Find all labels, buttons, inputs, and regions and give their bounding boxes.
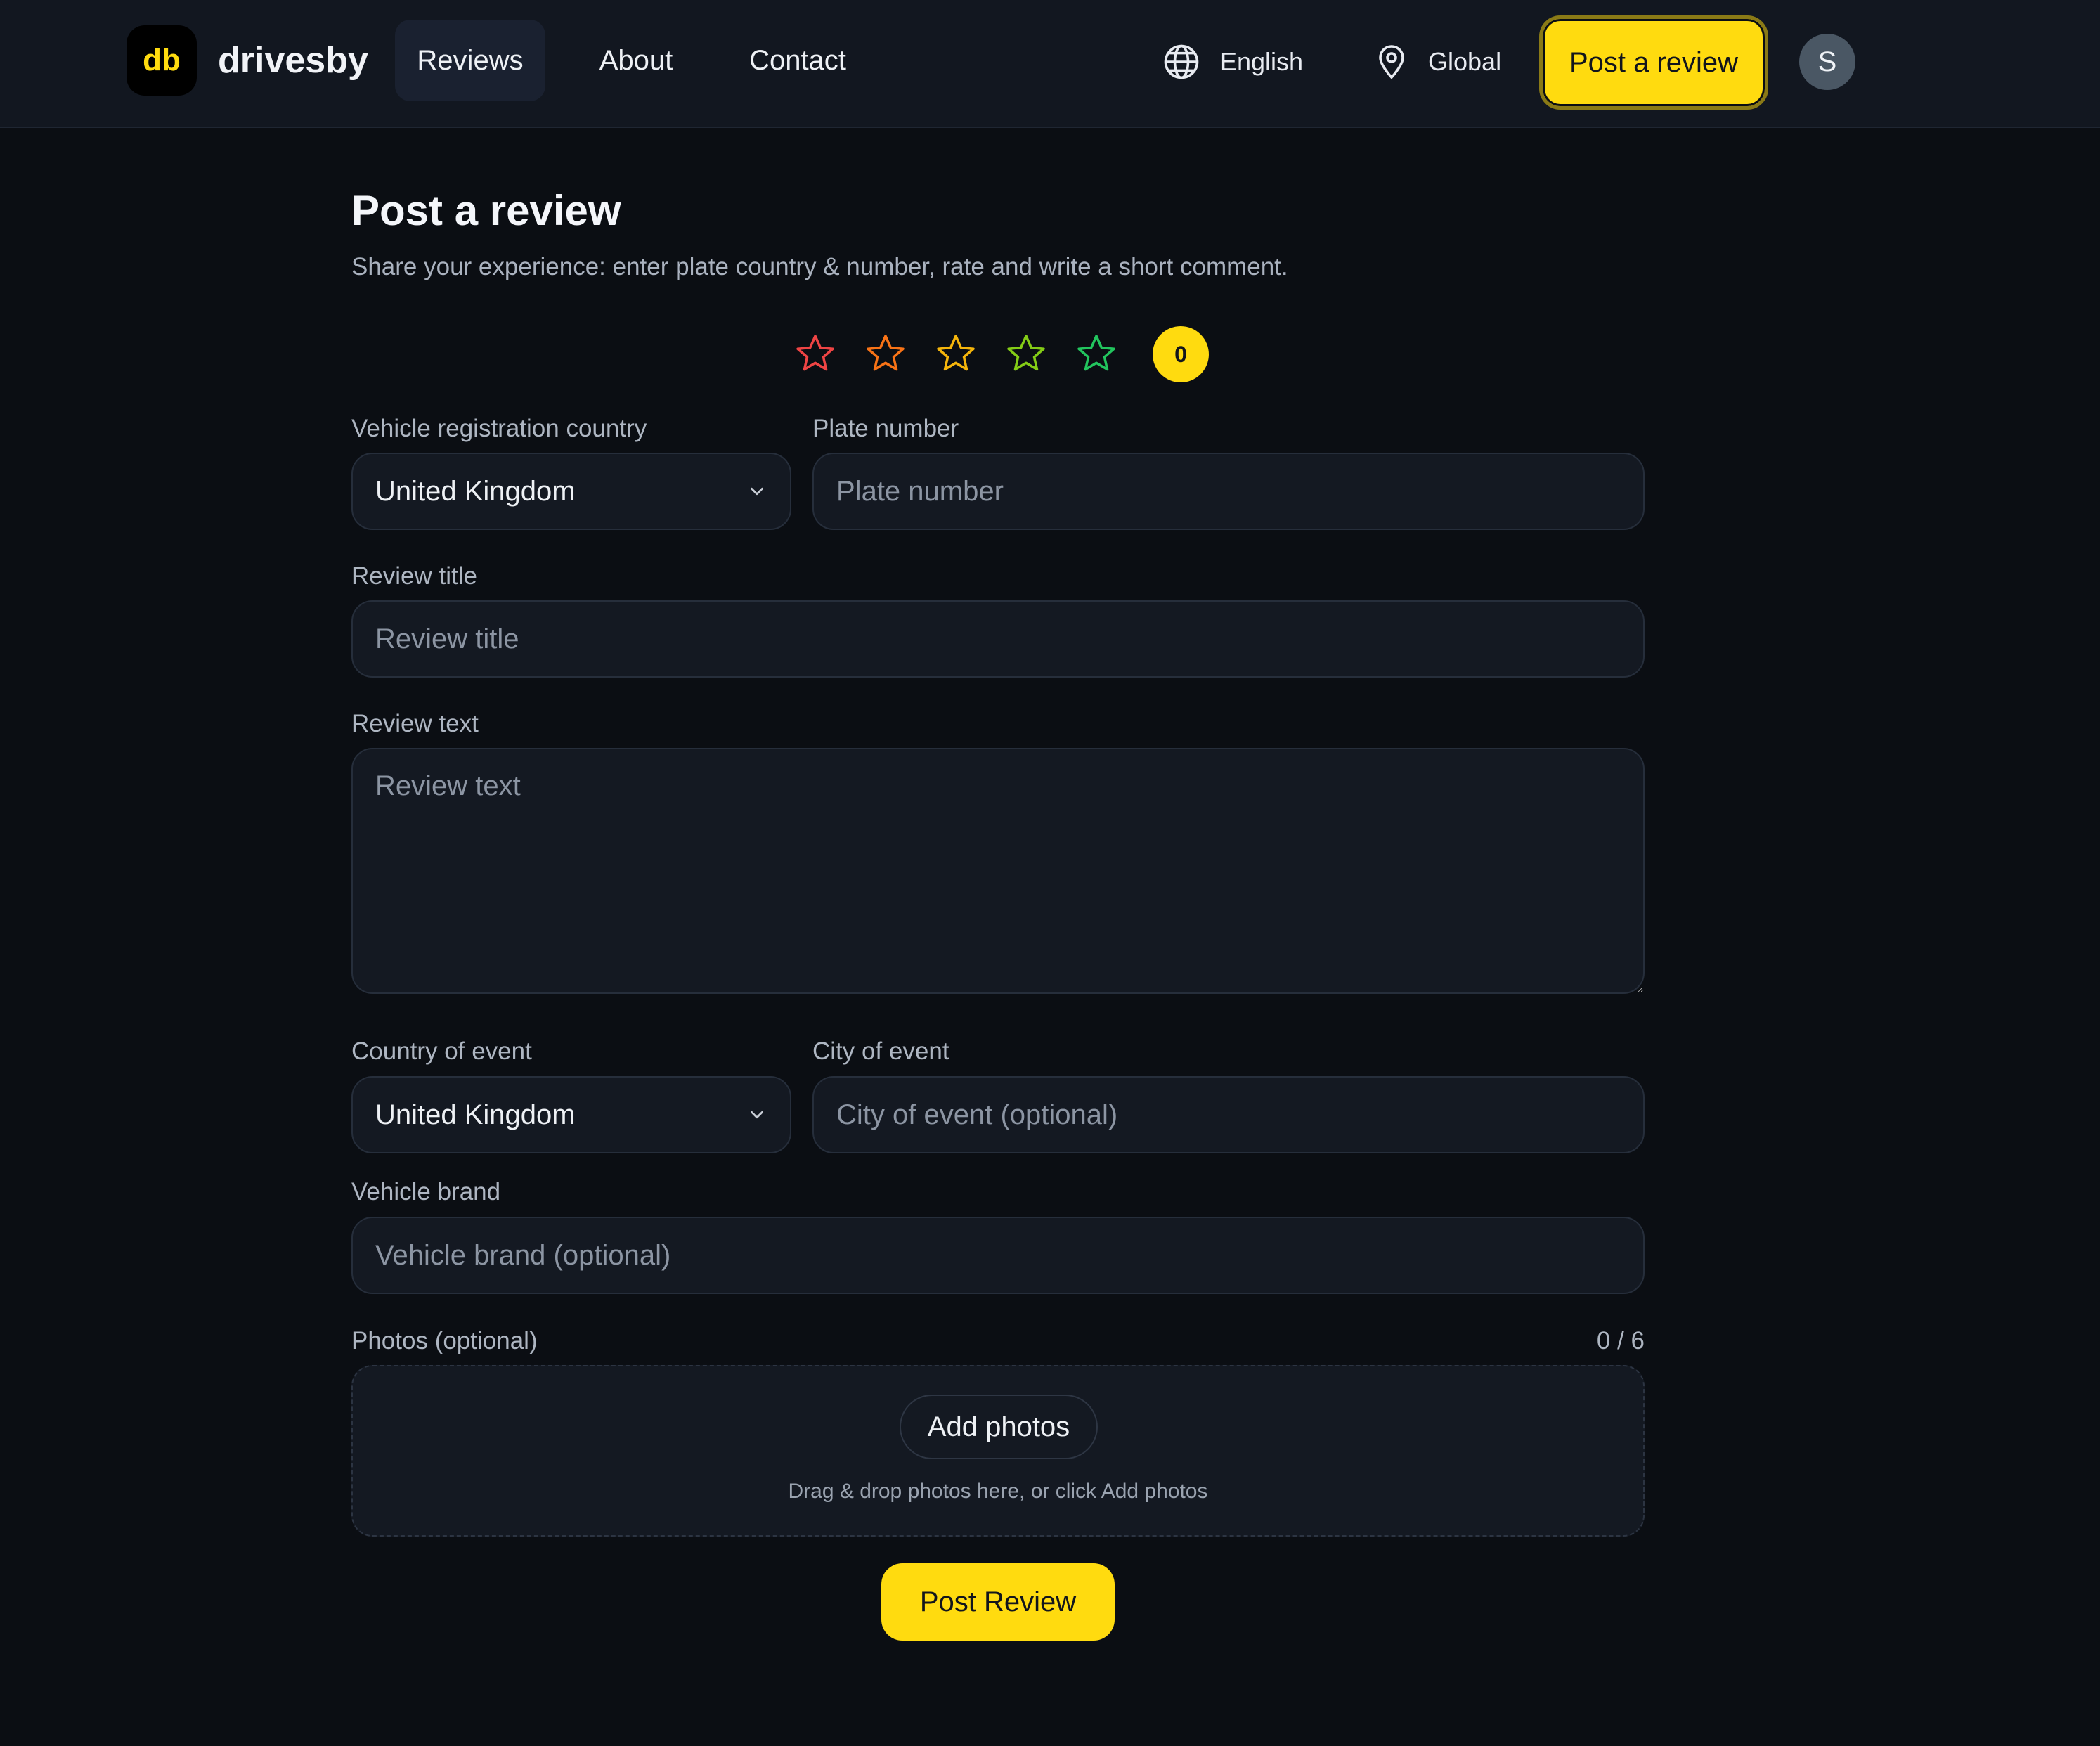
photo-dropzone[interactable]: Add photos Drag & drop photos here, or c… — [351, 1365, 1645, 1537]
globe-icon — [1164, 44, 1199, 79]
avatar-initial: S — [1817, 46, 1837, 77]
brand-name[interactable]: drivesby — [218, 38, 368, 83]
language-label: English — [1220, 47, 1304, 76]
star-icon[interactable] — [1075, 330, 1117, 377]
event-country-value: United Kingdom — [375, 1099, 576, 1130]
star-icon[interactable] — [935, 330, 977, 377]
rating-value: 0 — [1174, 341, 1187, 367]
review-text-area[interactable] — [351, 748, 1645, 994]
rating-value-badge: 0 — [1153, 326, 1209, 382]
photos-label: Photos (optional) — [351, 1327, 538, 1354]
nav-contact[interactable]: Contact — [728, 20, 867, 101]
add-photos-button[interactable]: Add photos — [900, 1395, 1098, 1459]
city-input[interactable] — [812, 1076, 1645, 1153]
review-title-input[interactable] — [351, 600, 1645, 678]
language-selector[interactable]: English — [1162, 34, 1303, 90]
page-title: Post a review — [351, 187, 621, 234]
nav-about[interactable]: About — [576, 20, 696, 101]
reg-country-label: Vehicle registration country — [351, 415, 647, 442]
star-icon[interactable] — [794, 330, 836, 377]
nav-about-label: About — [599, 44, 673, 76]
chevron-down-icon — [751, 1111, 763, 1119]
nav-contact-label: Contact — [749, 44, 846, 76]
star-icon[interactable] — [1005, 330, 1047, 377]
plate-label: Plate number — [812, 415, 959, 442]
vehicle-brand-input[interactable] — [351, 1217, 1645, 1294]
page-subtitle: Share your experience: enter plate count… — [351, 253, 1288, 280]
region-label: Global — [1428, 47, 1502, 76]
chevron-down-icon — [751, 487, 763, 496]
reg-country-select[interactable]: United Kingdom — [351, 453, 791, 530]
event-country-label: Country of event — [351, 1037, 532, 1065]
logo[interactable]: db — [127, 25, 197, 96]
nav-reviews-label: Reviews — [417, 44, 524, 76]
post-review-header-button[interactable]: Post a review — [1539, 15, 1768, 110]
plate-number-input[interactable] — [812, 453, 1645, 530]
event-country-select[interactable]: United Kingdom — [351, 1076, 791, 1153]
star-icon[interactable] — [864, 330, 907, 377]
region-selector[interactable]: Global — [1375, 34, 1501, 90]
logo-text: db — [143, 43, 181, 77]
review-text-label: Review text — [351, 710, 479, 737]
post-review-submit-button[interactable]: Post Review — [881, 1563, 1115, 1641]
nav-reviews[interactable]: Reviews — [395, 20, 545, 101]
avatar[interactable]: S — [1799, 34, 1855, 90]
top-navbar: db drivesby Reviews About Contact Englis… — [0, 0, 2100, 128]
photos-counter: 0 / 6 — [1596, 1327, 1645, 1354]
reg-country-value: United Kingdom — [375, 475, 576, 507]
city-label: City of event — [812, 1037, 949, 1065]
vehicle-brand-label: Vehicle brand — [351, 1178, 501, 1205]
drop-hint: Drag & drop photos here, or click Add ph… — [788, 1480, 1208, 1503]
review-title-label: Review title — [351, 562, 477, 590]
location-pin-icon — [1379, 45, 1404, 79]
